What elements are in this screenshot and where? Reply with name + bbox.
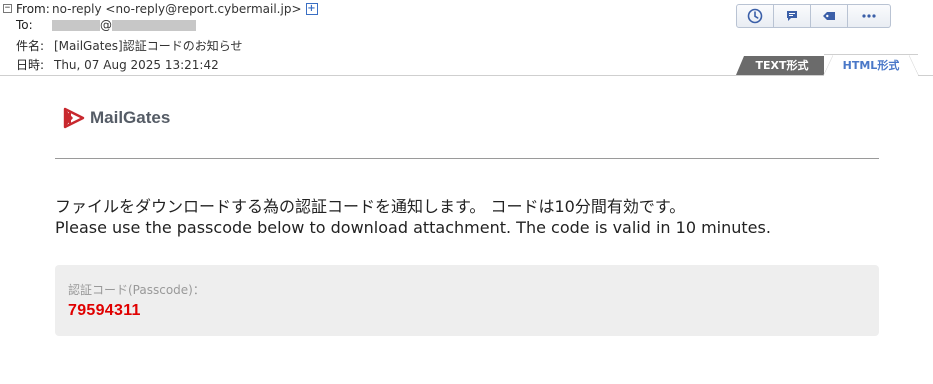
to-label: To: <box>16 18 33 32</box>
chat-icon <box>787 11 797 21</box>
subject-value: [MailGates]認証コードのお知らせ <box>54 39 243 53</box>
tag-icon <box>823 12 835 20</box>
mailgates-logo: MailGates <box>62 106 170 130</box>
date-row: 日時: Thu, 07 Aug 2025 13:21:42 <box>16 56 219 73</box>
passcode-label: 認証コード(Passcode)： <box>68 283 205 297</box>
subject-row: 件名: [MailGates]認証コードのお知らせ <box>16 37 243 54</box>
tab-html-format[interactable]: HTML形式 <box>823 54 919 76</box>
comment-button[interactable] <box>773 4 811 28</box>
collapse-header-icon[interactable]: − <box>3 4 12 13</box>
label-button[interactable] <box>810 4 848 28</box>
email-header: − From: no-reply <no-reply@report.cyberm… <box>0 0 933 76</box>
message-japanese: ファイルをダウンロードする為の認証コードを通知します。 コードは10分間有効です… <box>55 197 686 216</box>
logo-text: MailGates <box>90 108 171 127</box>
from-label: From: <box>16 2 50 16</box>
redacted-recipient <box>52 19 100 31</box>
mailgates-logo-icon <box>63 107 85 129</box>
to-row: To: @ <box>16 18 196 32</box>
snooze-button[interactable] <box>736 4 774 28</box>
date-label: 日時: <box>16 58 45 72</box>
from-row: From: no-reply <no-reply@report.cybermai… <box>16 2 318 16</box>
more-icon <box>862 14 876 18</box>
from-value[interactable]: no-reply <no-reply@report.cybermail.jp> <box>52 2 302 16</box>
passcode-value[interactable]: 79594311 <box>68 302 141 320</box>
redacted-recipient-domain <box>112 19 196 31</box>
subject-label: 件名: <box>16 39 45 53</box>
clock-icon <box>747 8 763 24</box>
tab-text-format[interactable]: TEXT形式 <box>736 56 828 75</box>
more-button[interactable] <box>847 4 891 28</box>
message-toolbar <box>736 4 891 28</box>
date-value: Thu, 07 Aug 2025 13:21:42 <box>54 57 219 72</box>
divider <box>55 158 879 159</box>
add-contact-icon[interactable]: + <box>305 3 318 15</box>
message-english: Please use the passcode below to downloa… <box>55 218 771 237</box>
passcode-box: 認証コード(Passcode)： 79594311 <box>55 265 879 336</box>
to-value: @ <box>100 18 112 32</box>
